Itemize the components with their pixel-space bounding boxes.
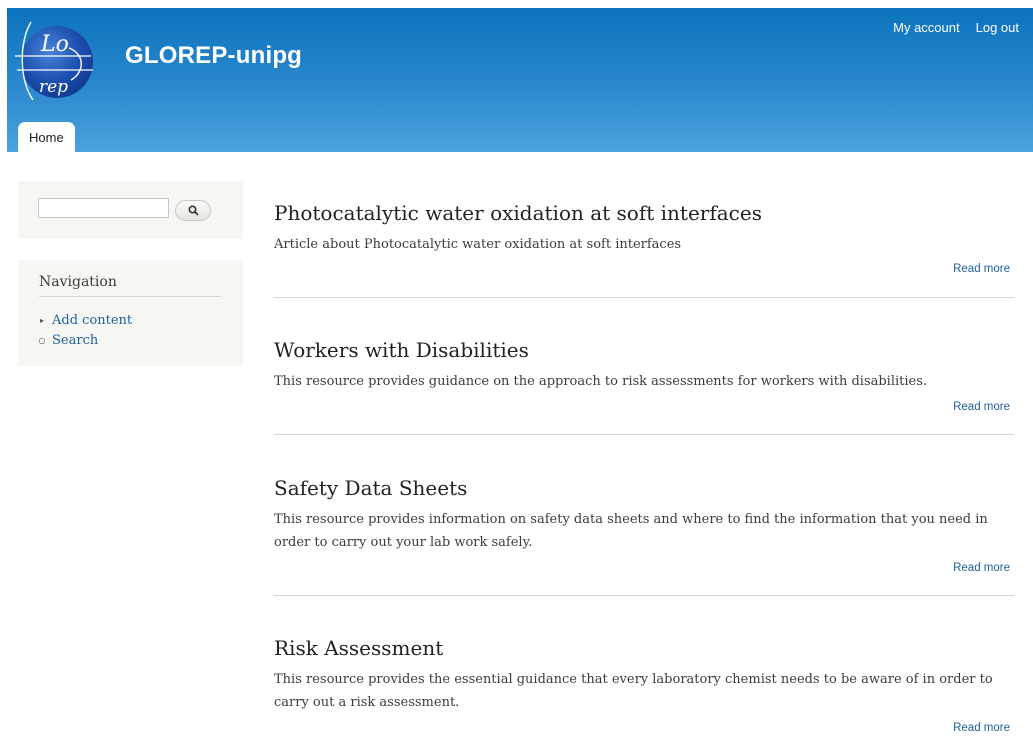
secondary-menu: My account Log out — [893, 20, 1019, 35]
log-out-link[interactable]: Log out — [976, 20, 1019, 35]
navigation-divider — [39, 296, 221, 297]
search-button[interactable] — [175, 200, 211, 221]
article-title[interactable]: Workers with Disabilities — [274, 338, 1014, 362]
svg-text:rep: rep — [39, 77, 68, 97]
tab-home[interactable]: Home — [18, 122, 75, 152]
article-teaser: Risk Assessment This resource provides t… — [274, 636, 1014, 734]
leaf-circle-icon: ○ — [38, 335, 46, 345]
article-teaser: Safety Data Sheets This resource provide… — [274, 476, 1014, 574]
site-header: Lo rep GLOREP-unipg My account Log out H… — [7, 8, 1033, 152]
collapsed-arrow-icon: ▸ — [39, 315, 44, 325]
search-icon — [187, 205, 199, 216]
article-title[interactable]: Risk Assessment — [274, 636, 1014, 660]
search-block — [18, 181, 243, 239]
site-name[interactable]: GLOREP-unipg — [125, 42, 302, 70]
navigation-title: Navigation — [39, 274, 117, 290]
search-input[interactable] — [38, 198, 169, 218]
article-teaser-text: This resource provides the essential gui… — [274, 672, 993, 710]
read-more-link[interactable]: Read more — [953, 263, 1010, 275]
article-divider — [274, 434, 1014, 435]
read-more-link[interactable]: Read more — [953, 722, 1010, 734]
article-divider — [274, 297, 1014, 298]
article-divider — [274, 595, 1014, 596]
article-teaser-text: This resource provides guidance on the a… — [274, 374, 928, 389]
article-teaser: Photocatalytic water oxidation at soft i… — [274, 201, 1014, 275]
article-title[interactable]: Photocatalytic water oxidation at soft i… — [274, 201, 1014, 225]
nav-item-add-content: ▸ Add content — [36, 310, 132, 330]
add-content-link[interactable]: Add content — [52, 313, 132, 328]
read-more-link[interactable]: Read more — [953, 401, 1010, 413]
article-teaser-text: This resource provides information on sa… — [274, 512, 988, 550]
navigation-block: Navigation ▸ Add content ○ Search — [18, 260, 243, 366]
read-more-link[interactable]: Read more — [953, 562, 1010, 574]
article-teaser: Workers with Disabilities This resource … — [274, 338, 1014, 413]
article-title[interactable]: Safety Data Sheets — [274, 476, 1014, 500]
svg-text:Lo: Lo — [40, 32, 69, 57]
search-link[interactable]: Search — [52, 333, 98, 348]
my-account-link[interactable]: My account — [893, 20, 959, 35]
site-logo[interactable]: Lo rep — [11, 18, 95, 102]
nav-item-search: ○ Search — [36, 330, 132, 350]
article-teaser-text: Article about Photocatalytic water oxida… — [274, 237, 682, 252]
navigation-menu: ▸ Add content ○ Search — [36, 310, 133, 350]
